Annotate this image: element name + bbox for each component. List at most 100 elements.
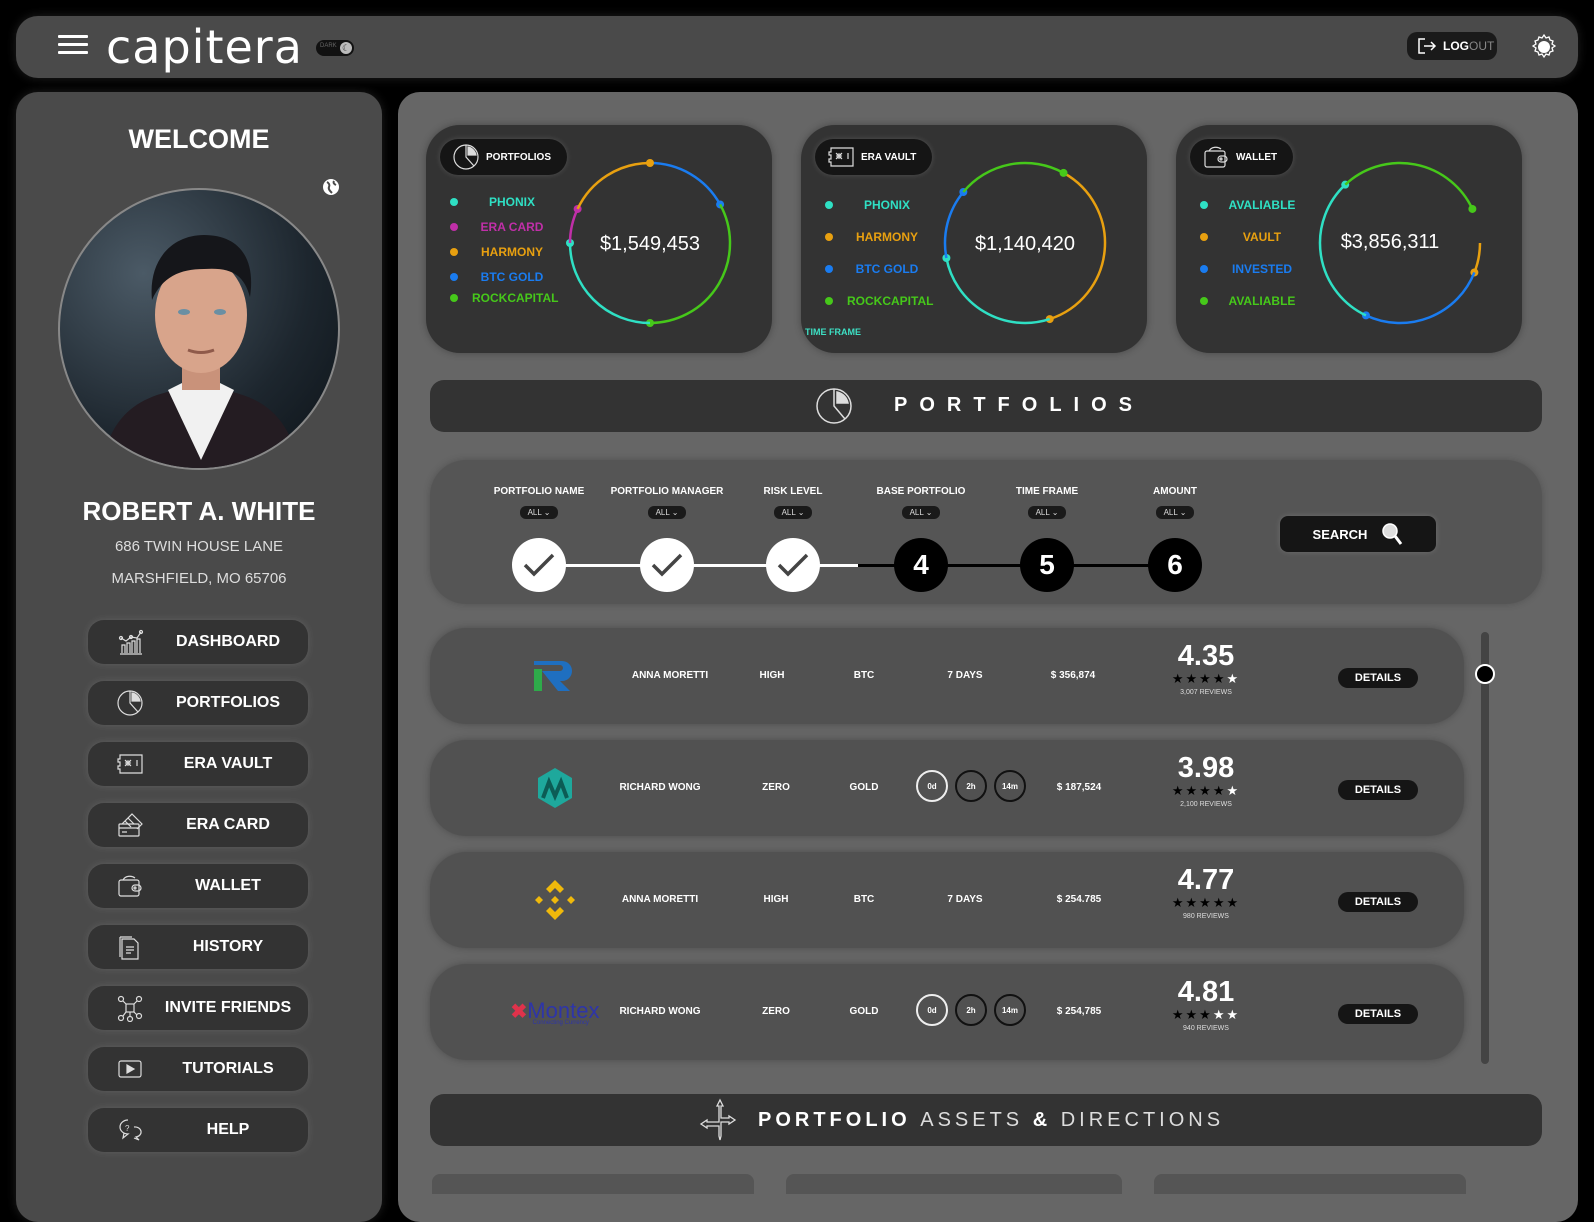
sidebar-item-help[interactable]: ? HELP [88,1108,308,1152]
filter-label: AMOUNT [1153,486,1197,497]
legend-item[interactable]: AVALIABLE [1200,189,1302,221]
details-button[interactable]: DETAILS [1338,668,1418,688]
list-scrollbar[interactable] [1481,632,1489,1064]
legend-item[interactable]: ERA CARD [450,214,552,239]
details-button[interactable]: DETAILS [1338,892,1418,912]
card-title-pill: WALLET [1190,139,1294,175]
logout-icon [1418,38,1437,54]
row-risk: HIGH [763,894,789,905]
portfolio-row[interactable]: ANNA MORETTI HIGH BTC 7 DAYS $ 356,874 4… [430,628,1464,724]
row-risk: HIGH [759,670,785,681]
directions-arrows-icon [699,1098,737,1141]
sidebar-item-wallet[interactable]: WALLET [88,864,308,908]
logout-button[interactable]: LOG OUT [1407,32,1497,60]
legend-item[interactable]: ROCKCAPITAL [825,285,933,317]
main-panel: PORTFOLIOS PHONIX ERA CARD HARMONY BTC GOLD… [398,92,1578,1222]
sidebar-item-invite-friends[interactable]: INVITE FRIENDS [88,986,308,1030]
summary-card-era-vault[interactable]: ERA VAULT PHONIX HARMONY BTC GOLD ROCKCAPIT… [801,125,1147,353]
legend-label: INVESTED [1231,262,1292,276]
legend-item[interactable]: PHONIX [825,189,927,221]
details-button[interactable]: DETAILS [1338,1004,1418,1024]
filter-select[interactable]: ALL ⌄ [1027,506,1067,519]
sidebar-item-era-card[interactable]: ERA CARD [88,803,308,847]
filter-select[interactable]: ALL ⌄ [647,506,687,519]
legend-item[interactable]: HARMONY [825,221,927,253]
legend-dot [450,222,458,231]
ring-segment [568,208,579,244]
ring-segment [649,161,722,206]
legend-item[interactable]: VAULT [1200,221,1302,253]
pie-chart-icon [816,388,852,424]
step-pending[interactable]: 5 [1020,538,1074,592]
portfolio-row[interactable]: ✖Montex Connecting Currency RICHARD WONG … [430,964,1464,1060]
globe-icon[interactable] [322,178,340,196]
portfolio-row[interactable]: RICHARD WONG ZERO GOLD 0d 2h 14m $ 187,524… [430,740,1464,836]
scrollbar-thumb[interactable] [1475,664,1495,684]
filter-select[interactable]: ALL ⌄ [773,506,813,519]
vault-icon [828,147,854,167]
review-count: 940 REVIEWS [1183,1025,1229,1032]
legend-item[interactable]: BTC GOLD [825,253,927,285]
countdown-timers: 0d 2h 14m [916,770,1026,802]
sidebar-item-label: DASHBOARD [176,633,280,650]
legend-item[interactable]: PHONIX [450,189,552,214]
sidebar-item-era-vault[interactable]: ERA VAULT [88,742,308,786]
filter-value: ALL [909,508,924,517]
step-pending[interactable]: 4 [894,538,948,592]
filter-select[interactable]: ALL ⌄ [519,506,559,519]
step-complete[interactable] [766,538,820,592]
ring-segment [1365,271,1476,325]
ring-segment [962,161,1065,193]
step-pending[interactable]: 6 [1148,538,1202,592]
settings-gear-icon[interactable] [1529,32,1559,62]
step-complete[interactable] [512,538,566,592]
sidebar-item-tutorials[interactable]: TUTORIALS [88,1047,308,1091]
pie-chart-icon [453,144,479,170]
countdown-timers: 0d 2h 14m [916,994,1026,1026]
portfolio-logo [510,652,600,700]
user-avatar[interactable] [58,188,340,470]
filter-select[interactable]: ALL ⌄ [901,506,941,519]
summary-card-wallet[interactable]: WALLET AVALIABLE VAULT INVESTED AVALIABLE $… [1176,125,1522,353]
user-name: ROBERT A. WHITE [82,496,316,526]
filter-label: PORTFOLIO MANAGER [610,486,724,497]
row-rating: 4.81 ★★★★★ 940 REVIEWS [1168,976,1244,1032]
filter-value: ALL [781,508,796,517]
portrait-image [100,235,300,468]
step-number: 5 [1039,549,1055,580]
row-timeframe: 7 DAYS [947,894,983,905]
sidebar-item-label: WALLET [195,877,261,894]
legend-dot [1200,265,1208,273]
countdown-timer: 2h [955,770,987,802]
dark-mode-toggle[interactable]: DARK ☾ [316,40,354,56]
sidebar-item-portfolios[interactable]: PORTFOLIOS [88,681,308,725]
star-rating: ★★★★★ [1171,671,1241,686]
details-button[interactable]: DETAILS [1338,780,1418,800]
logout-label-light: OUT [1469,39,1495,53]
sidebar-nav: DASHBOARD PORTFOLIOS ERA VAULT ERA CARD … [88,620,308,1169]
row-rating: 3.98 ★★★★★ 2,100 REVIEWS [1168,752,1244,808]
legend-dot [825,233,833,241]
filter-select[interactable]: ALL ⌄ [1155,506,1195,519]
hamburger-menu-icon[interactable] [58,30,88,62]
document-icon [119,936,139,960]
row-amount: $ 187,524 [1056,782,1102,793]
summary-card-portfolios[interactable]: PORTFOLIOS PHONIX ERA CARD HARMONY BTC GOLD… [426,125,772,353]
time-frame-label[interactable]: TIME FRAME [805,327,861,337]
legend-item[interactable]: ROCKCAPITAL [450,289,558,307]
toggle-label: DARK [320,43,337,49]
legend-item[interactable]: INVESTED [1200,253,1302,285]
legend-item[interactable]: AVALIABLE [1200,285,1302,317]
step-number: 6 [1167,549,1183,580]
legend-dot [825,265,833,273]
sidebar-item-history[interactable]: HISTORY [88,925,308,969]
legend-item[interactable]: BTC GOLD [450,264,552,289]
sidebar-item-dashboard[interactable]: DASHBOARD [88,620,308,664]
sidebar-item-label: ERA CARD [186,816,270,833]
step-complete[interactable] [640,538,694,592]
legend-item[interactable]: HARMONY [450,239,552,264]
search-button[interactable]: SEARCH [1280,516,1436,552]
portfolio-row[interactable]: ANNA MORETTI HIGH BTC 7 DAYS $ 254.785 4… [430,852,1464,948]
logout-label-bold: LOG [1443,39,1469,53]
card-total: $1,140,420 [974,233,1076,255]
